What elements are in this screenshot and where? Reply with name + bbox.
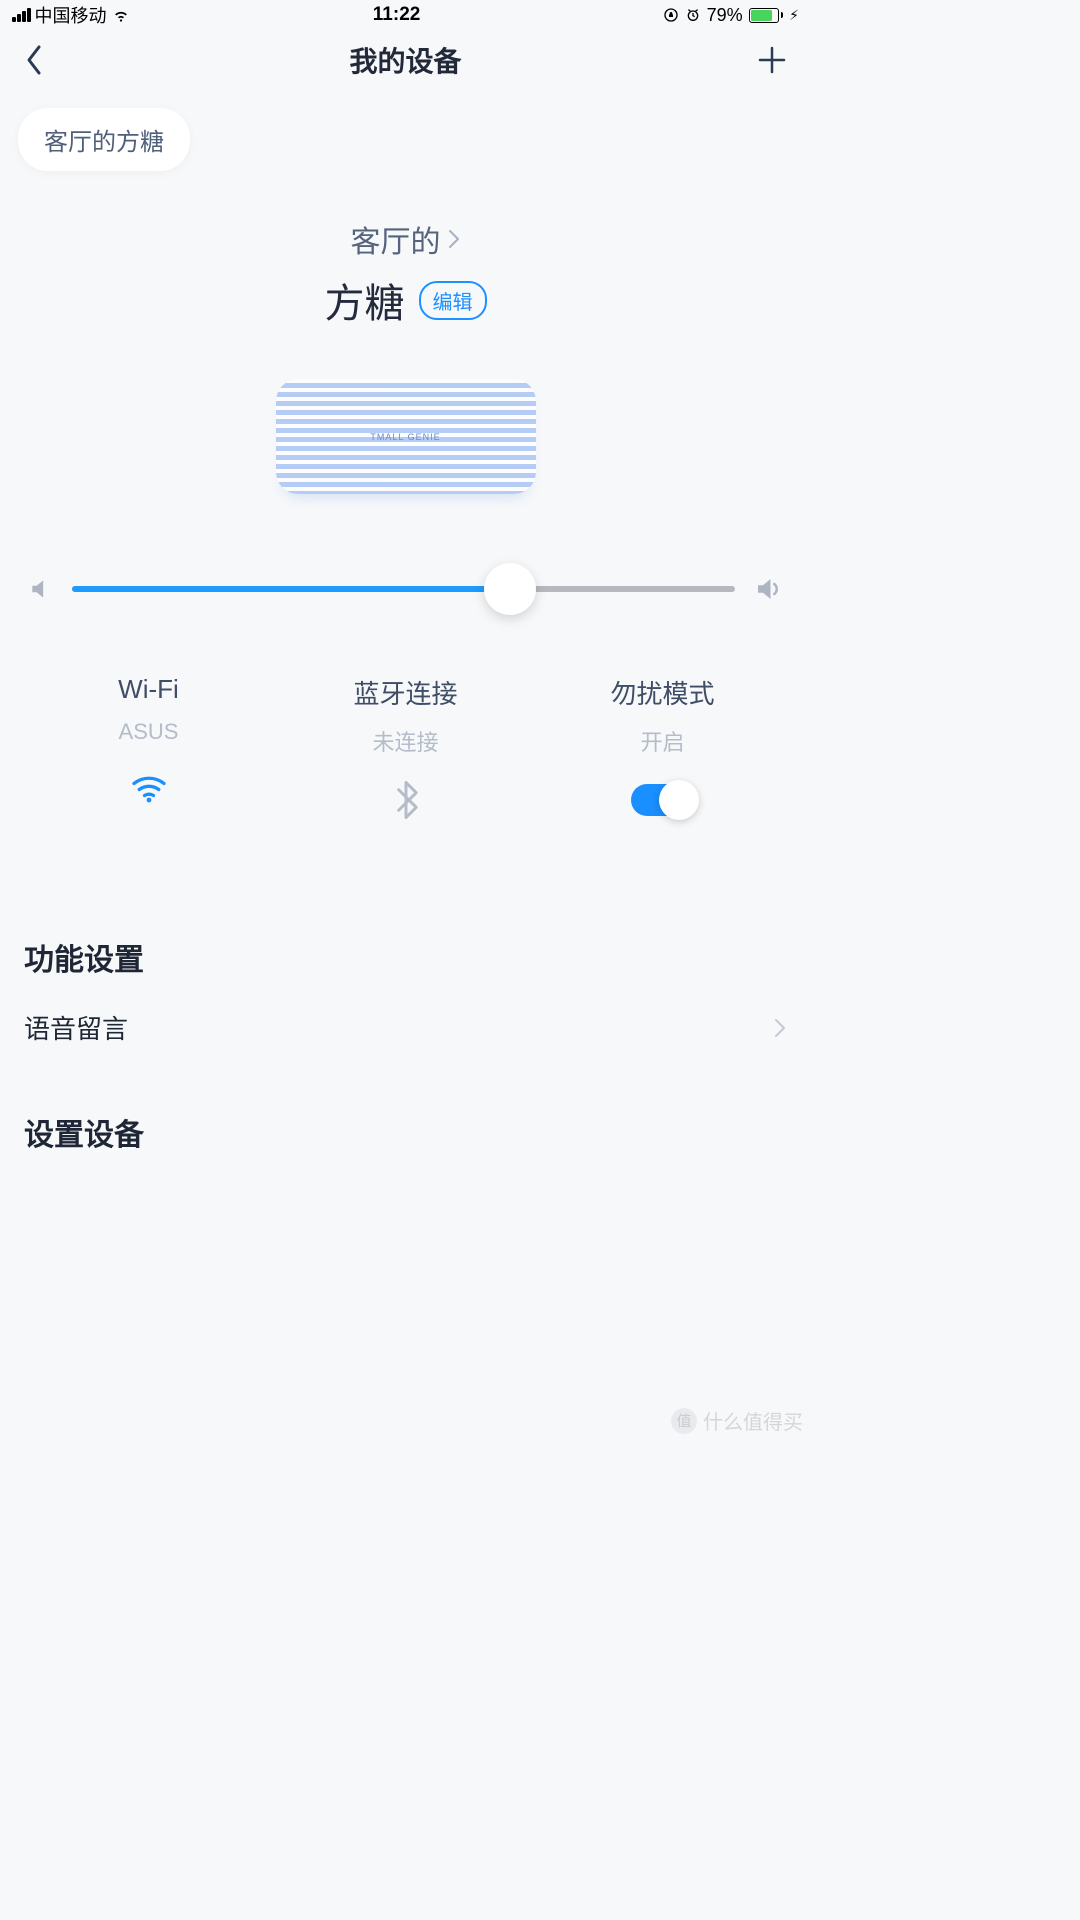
- battery-icon: [749, 8, 784, 23]
- voice-message-row[interactable]: 语音留言: [24, 979, 787, 1076]
- device-name-label: 方糖: [325, 271, 405, 329]
- device-settings-title: 设置设备: [24, 1110, 787, 1154]
- bluetooth-tile[interactable]: 蓝牙连接 未连接: [277, 674, 534, 825]
- bluetooth-tile-sub: 未连接: [277, 725, 534, 757]
- status-left: 中国移动: [12, 2, 131, 28]
- voice-message-label: 语音留言: [24, 1009, 128, 1046]
- page-title: 我的设备: [349, 40, 461, 80]
- edit-button[interactable]: 编辑: [419, 281, 487, 320]
- dnd-tile-sub: 开启: [534, 725, 791, 757]
- device-chip-row: 客厅的方糖: [0, 90, 811, 171]
- wifi-tile-title: Wi-Fi: [20, 674, 277, 705]
- chevron-right-icon: [773, 1016, 787, 1040]
- device-image-wrap: TMALL GENIE: [0, 379, 811, 494]
- nav-bar: 我的设备: [0, 30, 811, 90]
- volume-high-icon: [753, 574, 783, 604]
- wifi-tile-sub: ASUS: [20, 719, 277, 745]
- device-header: 客厅的 方糖 编辑: [0, 217, 811, 329]
- status-time: 11:22: [373, 4, 421, 26]
- device-room-row[interactable]: 客厅的: [351, 217, 461, 261]
- bluetooth-tile-title: 蓝牙连接: [277, 674, 534, 711]
- battery-percent: 79%: [707, 5, 743, 26]
- wifi-icon: [130, 773, 168, 803]
- features-section: 功能设置 语音留言: [0, 935, 811, 1076]
- status-bar: 中国移动 11:22 79% ⚡︎: [0, 0, 811, 30]
- volume-slider[interactable]: [72, 586, 735, 592]
- watermark-text: 什么值得买: [703, 1406, 803, 1435]
- device-name-row: 方糖 编辑: [325, 271, 487, 329]
- device-brand-label: TMALL GENIE: [370, 432, 440, 442]
- device-room-label: 客厅的: [351, 217, 441, 261]
- dnd-tile-title: 勿扰模式: [534, 674, 791, 711]
- wifi-status-icon: [111, 7, 131, 23]
- chevron-right-icon: [447, 227, 461, 251]
- carrier-label: 中国移动: [35, 2, 107, 28]
- volume-low-icon: [28, 576, 54, 602]
- bluetooth-icon: [393, 781, 419, 819]
- charging-icon: ⚡︎: [789, 7, 799, 24]
- watermark: 值 什么值得买: [671, 1406, 803, 1435]
- device-image: TMALL GENIE: [276, 379, 536, 494]
- toggle-knob: [659, 780, 699, 820]
- cellular-signal-icon: [12, 8, 31, 22]
- rotation-lock-icon: [663, 7, 679, 23]
- back-button[interactable]: [24, 40, 64, 80]
- wifi-tile[interactable]: Wi-Fi ASUS: [20, 674, 277, 825]
- device-chip[interactable]: 客厅的方糖: [18, 108, 190, 171]
- dnd-tile: 勿扰模式 开启: [534, 674, 791, 825]
- chevron-left-icon: [24, 43, 44, 77]
- add-button[interactable]: [747, 40, 787, 80]
- quick-tiles: Wi-Fi ASUS 蓝牙连接 未连接 勿扰模式 开启: [0, 674, 811, 825]
- device-settings-section: 设置设备: [0, 1110, 811, 1154]
- watermark-badge-icon: 值: [671, 1408, 697, 1434]
- status-right: 79% ⚡︎: [663, 5, 799, 26]
- dnd-toggle[interactable]: [631, 784, 695, 816]
- volume-row: [0, 574, 811, 604]
- volume-slider-fill: [72, 586, 510, 592]
- alarm-icon: [685, 7, 701, 23]
- volume-slider-thumb[interactable]: [484, 563, 536, 615]
- plus-icon: [757, 45, 787, 75]
- features-title: 功能设置: [24, 935, 787, 979]
